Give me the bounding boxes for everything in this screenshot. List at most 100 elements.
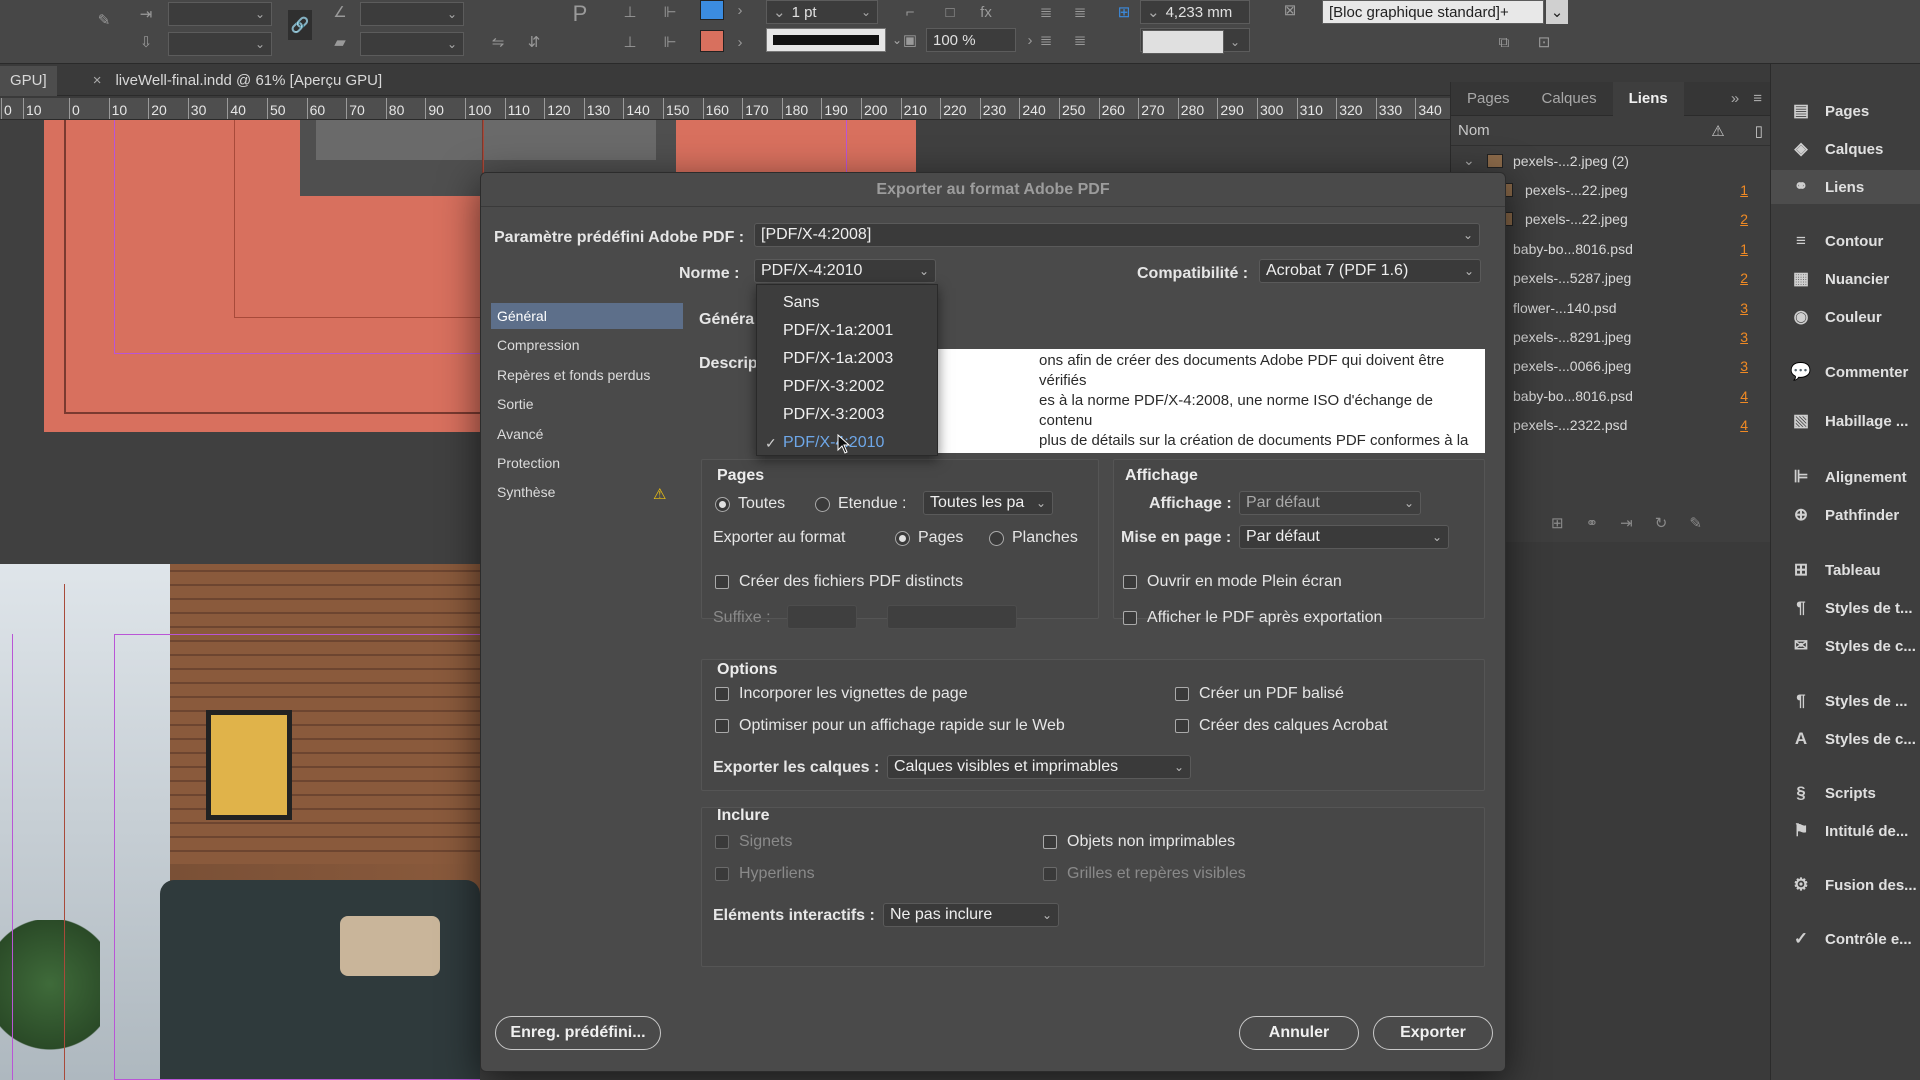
norm-select[interactable]: PDF/X-4:2010 ⌄ <box>754 259 936 283</box>
cancel-button[interactable]: Annuler <box>1239 1016 1359 1050</box>
suffix-extension-field[interactable] <box>887 605 1017 629</box>
description-text[interactable]: ons afin de créer des documents Adobe PD… <box>929 349 1485 453</box>
export-button[interactable]: Exporter <box>1373 1016 1493 1050</box>
dock-item-liens[interactable]: ⚭ Liens <box>1771 170 1920 204</box>
shear-icon[interactable]: ▰ <box>330 32 350 52</box>
close-icon[interactable]: × <box>93 72 102 89</box>
panel-expand-icon[interactable]: » <box>1725 82 1745 116</box>
dock-item-styles-de[interactable]: ¶ Styles de ... <box>1771 684 1920 718</box>
export-pages-radio[interactable]: Pages <box>895 529 963 547</box>
auto-fit-icon[interactable]: ⊠ <box>1280 0 1300 20</box>
dock-item-calques[interactable]: ◈ Calques <box>1771 132 1920 166</box>
reference-point-icon[interactable]: ⇥ <box>136 4 156 24</box>
text-frame-icon[interactable]: P <box>570 1 590 26</box>
norm-menu-item[interactable]: PDF/X-3:2002 <box>757 373 937 401</box>
fill-arrow-icon[interactable]: › <box>730 0 750 20</box>
dock-item-alignement[interactable]: ⊫ Alignement <box>1771 460 1920 494</box>
expand-icon[interactable]: ⌄ <box>1463 152 1475 169</box>
corner-icon[interactable]: ⌐ <box>900 2 920 22</box>
stroke-swatch[interactable] <box>700 30 724 52</box>
dock-item-contour[interactable]: ≡ Contour <box>1771 224 1920 258</box>
dock-item-nuancier[interactable]: ▦ Nuancier <box>1771 262 1920 296</box>
norm-menu-item[interactable]: PDF/X-3:2003 <box>757 401 937 429</box>
dock-item-scripts[interactable]: § Scripts <box>1771 776 1920 810</box>
link-row[interactable]: ⌄ pexels-...2.jpeg (2) <box>1451 146 1770 175</box>
dock-item-pathfinder[interactable]: ⊕ Pathfinder <box>1771 498 1920 532</box>
dock-item-pages[interactable]: ▤ Pages <box>1771 94 1920 128</box>
norm-menu-item[interactable]: PDF/X-1a:2003 <box>757 345 937 373</box>
tab-layers[interactable]: Calques <box>1526 82 1613 116</box>
tagged-pdf-checkbox[interactable]: Créer un PDF balisé <box>1175 685 1344 703</box>
edit-original-icon[interactable]: ✎ <box>1689 514 1702 532</box>
dock-item-commenter[interactable]: 💬 Commenter <box>1771 355 1920 389</box>
preset-select[interactable]: [PDF/X-4:2008] ⌄ <box>754 223 1480 247</box>
dock-item-styles-de-c[interactable]: ✉ Styles de c... <box>1771 629 1920 663</box>
stroke-arrow-icon[interactable]: › <box>730 32 750 52</box>
dock-item-contrôle-e[interactable]: ✓ Contrôle e... <box>1771 922 1920 956</box>
view-select[interactable]: Par défaut ⌄ <box>1239 491 1421 515</box>
shear-field[interactable]: ⌄ <box>360 32 464 56</box>
page-column-icon[interactable]: ▯ <box>1755 122 1763 140</box>
nonprinting-checkbox[interactable]: Objets non imprimables <box>1043 833 1235 851</box>
nav-item-5[interactable]: Protection <box>491 450 683 476</box>
stroke-weight-field[interactable]: ⌄ 1 pt ⌄ <box>766 0 878 24</box>
suffix-field[interactable] <box>787 605 857 629</box>
nav-item-0[interactable]: Général <box>491 303 683 329</box>
compat-select[interactable]: Acrobat 7 (PDF 1.6) ⌄ <box>1259 259 1481 283</box>
dock-item-styles-de-t[interactable]: ¶ Styles de t... <box>1771 591 1920 625</box>
export-spreads-radio[interactable]: Planches <box>989 529 1078 547</box>
update-link-icon[interactable]: ↻ <box>1655 514 1668 532</box>
page-thumbnails-checkbox[interactable]: Incorporer les vignettes de page <box>715 685 968 703</box>
pages-all-radio[interactable]: Toutes <box>715 495 785 513</box>
fill-swatch[interactable] <box>700 0 724 20</box>
warning-column-icon[interactable]: ⚠ <box>1711 122 1724 140</box>
grids-checkbox[interactable]: Grilles et repères visibles <box>1043 865 1246 883</box>
relink-icon[interactable]: ⚭ <box>1586 514 1599 532</box>
link-page-number[interactable]: 3 <box>1740 358 1748 374</box>
dock-item-styles-de-c[interactable]: A Styles de c... <box>1771 722 1920 756</box>
norm-menu-item[interactable]: Sans <box>757 289 937 317</box>
tab-pages[interactable]: Pages <box>1451 82 1526 116</box>
panel-options-icon[interactable]: ⊡ <box>1534 32 1554 52</box>
link-page-number[interactable]: 3 <box>1740 300 1748 316</box>
nav-item-2[interactable]: Repères et fonds perdus <box>491 362 683 388</box>
norm-menu-item[interactable]: PDF/X-1a:2001 <box>757 317 937 345</box>
tab-previous-document[interactable]: GPU] <box>0 65 57 96</box>
link-page-number[interactable]: 2 <box>1740 211 1748 227</box>
rotate-icon[interactable]: ∠ <box>330 2 350 22</box>
nav-item-3[interactable]: Sortie <box>491 391 683 417</box>
separate-pdf-checkbox[interactable]: Créer des fichiers PDF distincts <box>715 573 963 591</box>
open-after-checkbox[interactable]: Afficher le PDF après exportation <box>1123 609 1382 627</box>
goto-link-icon[interactable]: ⇥ <box>1620 514 1633 532</box>
interactive-select[interactable]: Ne pas inclure ⌄ <box>883 903 1059 927</box>
link-page-number[interactable]: 4 <box>1740 388 1748 404</box>
panel-menu-icon[interactable]: ≡ <box>1745 82 1770 116</box>
text-wrap-icon[interactable]: ≣ <box>1036 2 1056 22</box>
zoom-field[interactable]: 100 % › <box>926 28 1040 52</box>
distribute-v-icon[interactable]: ⊥ <box>620 32 640 52</box>
link-page-number[interactable]: 3 <box>1740 329 1748 345</box>
dock-item-tableau[interactable]: ⊞ Tableau <box>1771 553 1920 587</box>
text-wrap-2-icon[interactable]: ≣ <box>1070 2 1090 22</box>
nav-item-4[interactable]: Avancé <box>491 421 683 447</box>
object-style-select[interactable]: [Bloc graphique standard]+ ⌄ <box>1322 0 1568 24</box>
distribute-icon[interactable]: ⊥ <box>620 2 640 22</box>
effects-icon[interactable]: fx <box>976 2 996 22</box>
fullscreen-checkbox[interactable]: Ouvrir en mode Plein écran <box>1123 573 1342 591</box>
dock-item-couleur[interactable]: ◉ Couleur <box>1771 300 1920 334</box>
dimension-field[interactable]: ⌄ 4,233 mm <box>1140 0 1250 24</box>
layout-select[interactable]: Par défaut ⌄ <box>1239 525 1449 549</box>
frame-fit-icon[interactable]: □ <box>940 2 960 22</box>
link-page-number[interactable]: 2 <box>1740 270 1748 286</box>
flip-horizontal-icon[interactable]: ⇋ <box>488 32 508 52</box>
stroke-preview-field[interactable]: ⌄ <box>1142 30 1240 54</box>
bookmarks-checkbox[interactable]: Signets <box>715 833 792 851</box>
tab-livewell-final[interactable]: × liveWell-final.indd @ 61% [Aperçu GPU] <box>57 66 393 96</box>
hyperlinks-checkbox[interactable]: Hyperliens <box>715 865 815 883</box>
link-page-number[interactable]: 1 <box>1740 182 1748 198</box>
flip-vertical-icon[interactable]: ⇵ <box>524 32 544 52</box>
align-top-icon[interactable]: ⊩ <box>660 32 680 52</box>
fast-web-checkbox[interactable]: Optimiser pour un affichage rapide sur l… <box>715 717 1065 735</box>
dock-item-fusion-des[interactable]: ⚙ Fusion des... <box>1771 868 1920 902</box>
tab-links[interactable]: Liens <box>1612 81 1684 116</box>
